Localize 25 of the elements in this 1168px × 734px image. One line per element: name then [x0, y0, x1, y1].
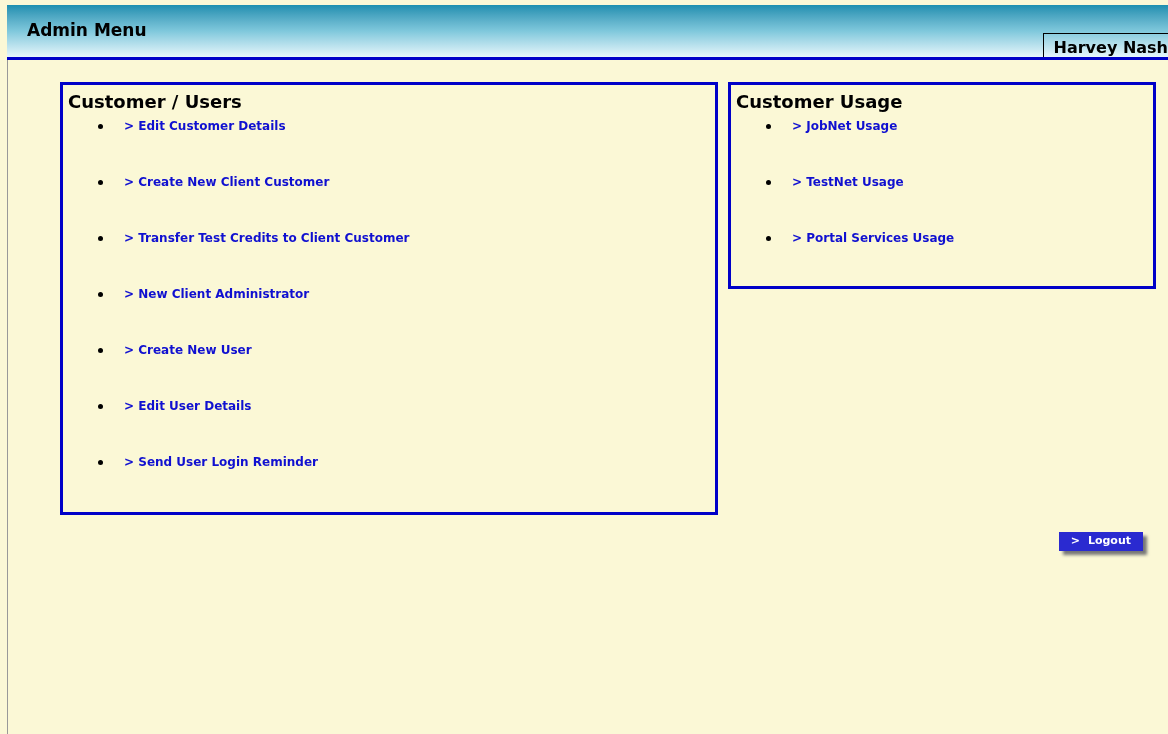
bullet-icon — [766, 179, 771, 185]
menu-link[interactable]: > Create New Client Customer — [124, 173, 330, 191]
menu-link[interactable]: > Create New User — [124, 341, 252, 359]
page-title: Admin Menu — [27, 19, 147, 43]
menu-link[interactable]: > Edit Customer Details — [124, 117, 286, 135]
bullet-icon — [98, 403, 103, 409]
bullet-icon — [98, 179, 103, 185]
brand-label: Harvey Nash — [1053, 38, 1168, 57]
bullet-icon — [98, 347, 103, 353]
menu-link[interactable]: > Transfer Test Credits to Client Customer — [124, 229, 410, 247]
menu-link[interactable]: > Send User Login Reminder — [124, 453, 318, 471]
bullet-icon — [98, 235, 103, 241]
bullet-icon — [766, 235, 771, 241]
menu-link[interactable]: > Edit User Details — [124, 397, 252, 415]
menu-link[interactable]: > JobNet Usage — [792, 117, 898, 135]
bullet-icon — [98, 459, 103, 465]
menu-link[interactable]: > New Client Administrator — [124, 285, 310, 303]
bullet-icon — [766, 123, 771, 129]
logout-button[interactable]: > Logout — [1058, 532, 1143, 551]
panel-title: Customer / Users — [68, 91, 243, 113]
menu-link[interactable]: > Portal Services Usage — [792, 229, 955, 247]
bullet-icon — [98, 123, 103, 129]
panel-title: Customer Usage — [736, 91, 904, 113]
menu-link[interactable]: > TestNet Usage — [792, 173, 904, 191]
bullet-icon — [98, 291, 103, 297]
